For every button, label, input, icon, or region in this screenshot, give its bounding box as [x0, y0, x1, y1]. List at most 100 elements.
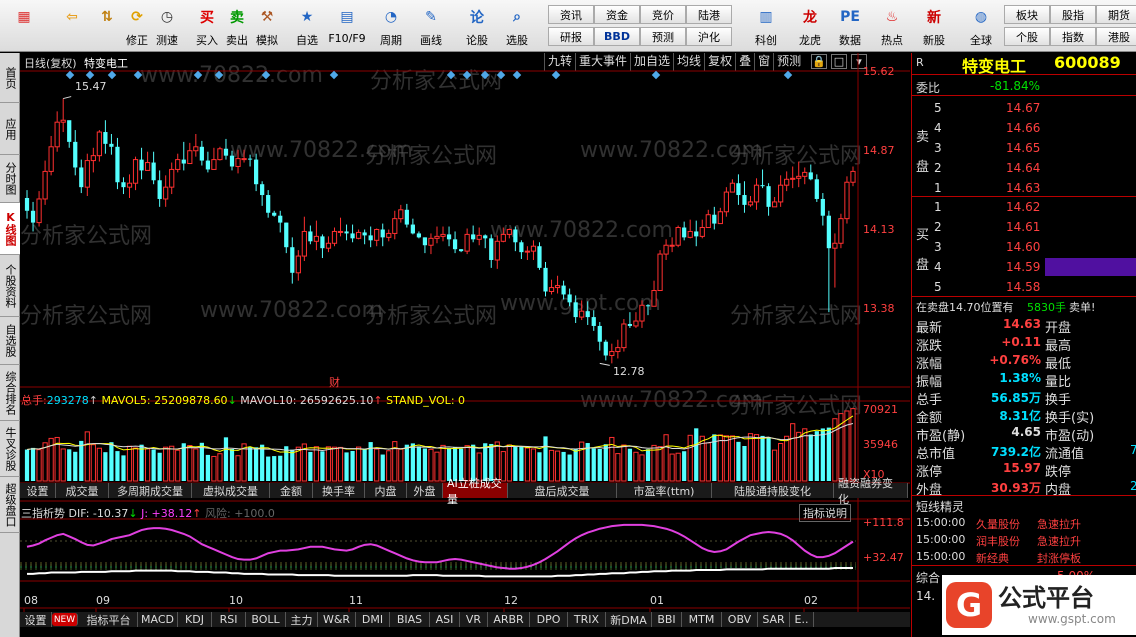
- indicator-tab[interactable]: 融资融券变化: [834, 477, 908, 506]
- toolbar-back-arrow-button[interactable]: ⇦: [52, 2, 92, 50]
- toolbar-dragon-button[interactable]: 龙龙虎: [790, 2, 830, 50]
- elf-row[interactable]: 15:00:00 新经典 封涨停板: [912, 549, 1136, 566]
- side-tab[interactable]: 个股资料: [0, 255, 20, 317]
- side-tab[interactable]: 首页: [0, 53, 20, 103]
- mavol10-value: 26592625.10: [299, 394, 374, 407]
- toolbar-hammer-button[interactable]: ⚒ 模拟: [252, 2, 282, 50]
- toolbar-right-button[interactable]: 指数: [1050, 27, 1096, 46]
- bottom-tab[interactable]: W&R: [318, 612, 356, 627]
- bottom-tab[interactable]: ASI: [430, 612, 460, 627]
- candle-body: [355, 231, 362, 239]
- toolbar-right-button[interactable]: 股指: [1050, 5, 1096, 24]
- bottom-tab[interactable]: SAR: [758, 612, 790, 627]
- bottom-tab[interactable]: MACD: [138, 612, 178, 627]
- toolbar-right-button[interactable]: 个股: [1004, 27, 1050, 46]
- bottom-tab[interactable]: BBI: [652, 612, 682, 627]
- r-icon[interactable]: R: [916, 56, 924, 69]
- toolbar-right-button[interactable]: 板块: [1004, 5, 1050, 24]
- bottom-tab[interactable]: E..: [790, 612, 814, 627]
- indicator-tab[interactable]: 内盘: [365, 483, 407, 498]
- candlestick-chart[interactable]: [20, 53, 910, 637]
- toolbar-bottom-button[interactable]: 预测: [640, 27, 686, 46]
- bid-level: 3: [934, 240, 942, 254]
- indicator-tab[interactable]: 陆股通持股变化: [712, 483, 834, 498]
- toolbar-clock-button[interactable]: ◷ 测速: [152, 2, 182, 50]
- indicator-tab[interactable]: 设置: [20, 483, 56, 498]
- indicator-explain-button[interactable]: 指标说明: [799, 504, 851, 522]
- candle-body: [452, 239, 458, 250]
- candle-body: [808, 172, 813, 180]
- bottom-tab[interactable]: DPO: [530, 612, 568, 627]
- side-tab[interactable]: 应用: [0, 103, 20, 155]
- toolbar-windows-logo-button[interactable]: ▦: [4, 2, 44, 50]
- bottom-tab[interactable]: RSI: [212, 612, 246, 627]
- indicator-tab[interactable]: 成交量: [56, 483, 109, 498]
- toolbar-buy-button[interactable]: 买买入: [192, 2, 222, 50]
- bottom-tab[interactable]: KDJ: [178, 612, 212, 627]
- indicator-tab[interactable]: 换手率: [313, 483, 365, 498]
- toolbar-up-down-button[interactable]: ⇅: [92, 2, 122, 50]
- side-tab[interactable]: K线图: [0, 203, 20, 255]
- indicator-tab[interactable]: 市盈率(ttm): [617, 483, 712, 498]
- indicator-tab[interactable]: 外盘: [407, 483, 443, 498]
- toolbar-f10-button[interactable]: ▤ F10/F9: [328, 2, 365, 50]
- bottom-tab[interactable]: ARBR: [488, 612, 530, 627]
- toolbar-right-button[interactable]: 期货: [1096, 5, 1136, 24]
- toolbar-globe-button[interactable]: ◍ 全球: [958, 2, 1004, 50]
- bottom-tab[interactable]: 主力: [286, 612, 318, 627]
- bottom-tab[interactable]: MTM: [682, 612, 722, 627]
- ask-row: 3 14.65: [912, 139, 1136, 158]
- toolbar-period-button[interactable]: ◔ 周期: [376, 2, 406, 50]
- side-tab[interactable]: 牛叉诊股: [0, 421, 20, 477]
- toolbar-pe-button[interactable]: PE 数据: [830, 2, 870, 50]
- toolbar-right-button[interactable]: 港股: [1096, 27, 1136, 46]
- indicator-tab[interactable]: 多周期成交量: [109, 483, 192, 498]
- bottom-tab[interactable]: OBV: [722, 612, 758, 627]
- toolbar-sell-button[interactable]: 卖卖出: [222, 2, 252, 50]
- candle-body: [675, 227, 681, 246]
- oscillator-name[interactable]: 三指析势: [21, 507, 65, 520]
- bottom-tab[interactable]: BIAS: [390, 612, 430, 627]
- side-tab[interactable]: 超级盘口: [0, 477, 20, 533]
- toolbar-top-button[interactable]: 陆港: [686, 5, 732, 24]
- high-annotation: 15.47: [75, 80, 107, 93]
- side-tab[interactable]: 自选股: [0, 317, 20, 365]
- toolbar-top-button[interactable]: 竞价: [640, 5, 686, 24]
- toolbar-bottom-button[interactable]: 沪化: [686, 27, 732, 46]
- indicator-tab[interactable]: AI立桩成交量: [443, 477, 508, 506]
- toolbar-top-button[interactable]: 资讯: [548, 5, 594, 24]
- toolbar-bottom-button[interactable]: BBD: [594, 27, 640, 46]
- side-tab[interactable]: 综合排名: [0, 365, 20, 421]
- indicator-tab[interactable]: 盘后成交量: [508, 483, 617, 498]
- toolbar-refresh-button[interactable]: ⟳ 修正: [122, 2, 152, 50]
- bottom-tab[interactable]: BOLL: [246, 612, 286, 627]
- elf-row[interactable]: 15:00:00 久量股份 急速拉升: [912, 515, 1136, 532]
- bottom-tab[interactable]: VR: [460, 612, 488, 627]
- toolbar-hot-button[interactable]: ♨ 热点: [872, 2, 912, 50]
- elf-title[interactable]: 短线精灵: [916, 498, 964, 515]
- bottom-tab[interactable]: 设置: [20, 612, 52, 627]
- ask-level: 4: [934, 121, 942, 135]
- chart-area[interactable]: www.70822.com 分析家公式网 www.70822.com 分析家公式…: [20, 53, 910, 637]
- bottom-tab[interactable]: DMI: [356, 612, 390, 627]
- toolbar-chart-button[interactable]: ▥ 科创: [746, 2, 786, 50]
- bottom-tab[interactable]: 指标平台: [80, 612, 138, 627]
- indicator-tab[interactable]: 金额: [270, 483, 313, 498]
- indicator-tab[interactable]: 虚拟成交量: [192, 483, 270, 498]
- toolbar-magnify-button[interactable]: ⌕ 选股: [502, 2, 532, 50]
- stat-right-value: 2: [1130, 479, 1136, 493]
- side-tab[interactable]: 分时图: [0, 155, 20, 203]
- volume-bar: [139, 444, 144, 481]
- candle-body: [121, 182, 126, 188]
- elf-time: 15:00:00: [916, 550, 966, 563]
- elf-row[interactable]: 15:00:00 润丰股份 急速拉升: [912, 532, 1136, 549]
- toolbar-new-stock-button[interactable]: 新新股: [914, 2, 954, 50]
- bottom-tab[interactable]: 新DMA: [606, 612, 652, 627]
- toolbar-discuss-button[interactable]: 论论股: [462, 2, 492, 50]
- toolbar-pencil-button[interactable]: ✎ 画线: [416, 2, 446, 50]
- toolbar-star-button[interactable]: ★ 自选: [292, 2, 322, 50]
- toolbar-top-button[interactable]: 资金: [594, 5, 640, 24]
- toolbar-bottom-button[interactable]: 研报: [548, 27, 594, 46]
- financial-report-marker[interactable]: 财: [329, 374, 340, 390]
- bottom-tab[interactable]: TRIX: [568, 612, 606, 627]
